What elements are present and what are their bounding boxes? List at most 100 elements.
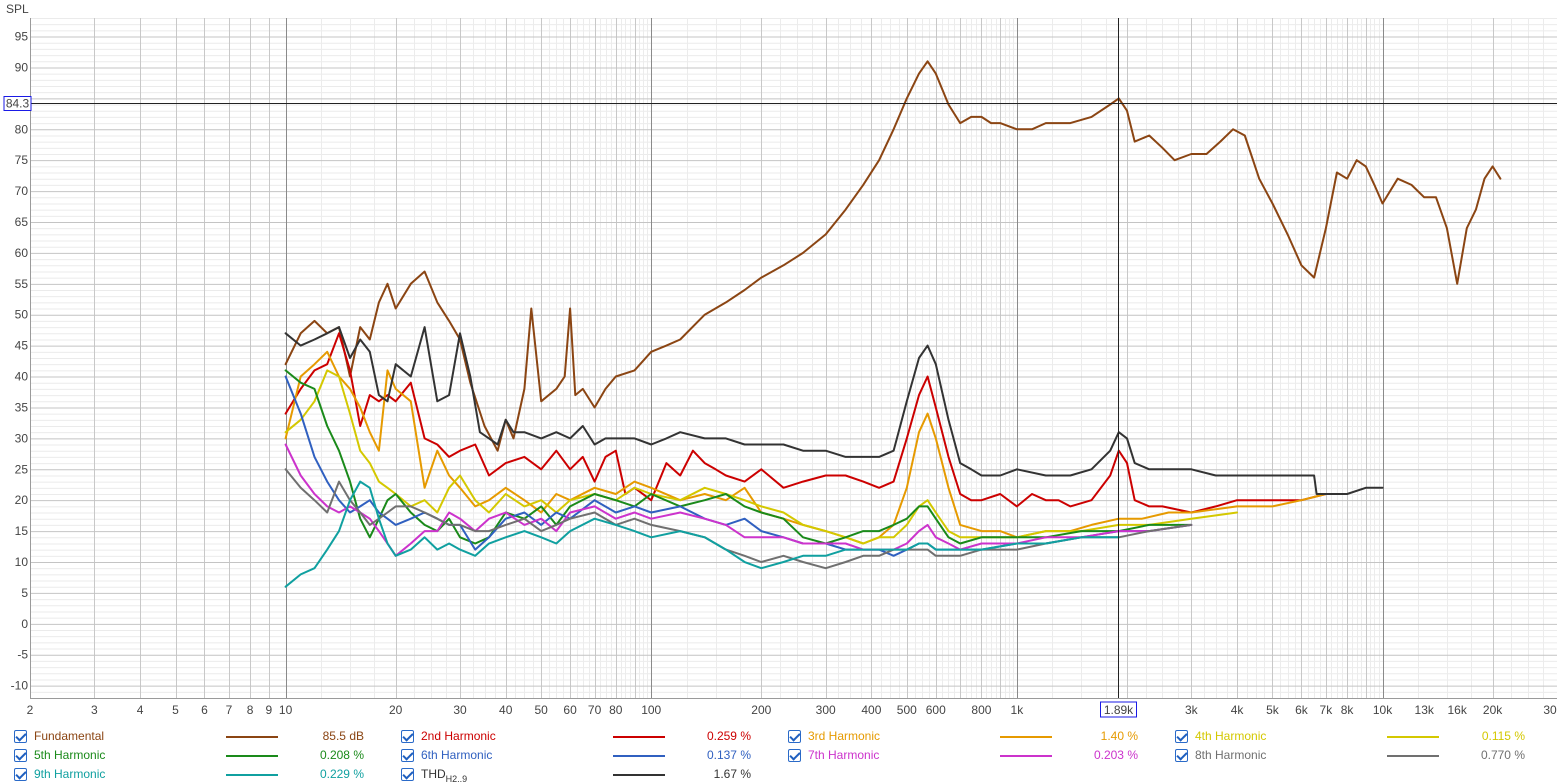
legend-item-3rd-harmonic[interactable]: 3rd Harmonic 1.40 % [774, 727, 1144, 745]
legend-item-9th-harmonic[interactable]: 9th Harmonic 0.229 % [0, 765, 370, 783]
legend-value: 0.203 % [1093, 748, 1138, 762]
x-tick-label: 7 [226, 703, 233, 717]
legend-swatch [1387, 755, 1439, 757]
y-tick-label: 55 [15, 277, 29, 291]
x-tick-label: 200 [751, 703, 771, 717]
x-tick-label: 4 [137, 703, 144, 717]
legend-label-subscript: H2..9 [445, 774, 468, 784]
x-tick-label: 3k [1185, 703, 1199, 717]
legend-item-2nd-harmonic[interactable]: 2nd Harmonic 0.259 % [387, 727, 757, 745]
y-tick-label: 65 [15, 215, 29, 229]
y-tick-label: 80 [15, 122, 29, 136]
legend-swatch [226, 755, 278, 757]
y-tick-label: 35 [15, 400, 29, 414]
legend-swatch [1387, 736, 1439, 738]
legend-item-5th-harmonic[interactable]: 5th Harmonic 0.208 % [0, 746, 370, 764]
legend-item-7th-harmonic[interactable]: 7th Harmonic 0.203 % [774, 746, 1144, 764]
x-tick-label: 60 [563, 703, 577, 717]
x-tick-label: 9 [266, 703, 273, 717]
x-tick-label: 70 [588, 703, 602, 717]
x-tick-label: 50 [534, 703, 548, 717]
y-tick-label: 60 [15, 246, 29, 260]
checkbox-thd[interactable] [401, 768, 414, 781]
x-tick-label: 3 [91, 703, 98, 717]
legend: Fundamental 85.5 dB 2nd Harmonic 0.259 %… [0, 726, 1557, 784]
y-tick-label: 45 [15, 339, 29, 353]
checkbox-6th-harmonic[interactable] [401, 749, 414, 762]
x-tick-label: 30 [453, 703, 467, 717]
legend-value: 1.67 % [713, 767, 751, 781]
y-tick-label: 5 [21, 586, 28, 600]
x-tick-label: 5 [172, 703, 179, 717]
checkbox-5th-harmonic[interactable] [14, 749, 27, 762]
checkbox-fundamental[interactable] [14, 730, 27, 743]
legend-swatch [226, 736, 278, 738]
x-tick-label: 20 [389, 703, 403, 717]
y-tick-label: -10 [11, 679, 29, 693]
x-tick-label: 600 [926, 703, 946, 717]
x-tick-label: 7k [1320, 703, 1334, 717]
legend-swatch [613, 774, 665, 776]
x-tick-label: 10 [279, 703, 293, 717]
legend-value: 0.137 % [706, 748, 751, 762]
legend-label: 2nd Harmonic [421, 729, 496, 743]
cursor-y-readout: 84.3 [6, 97, 30, 111]
x-tick-label: 400 [861, 703, 881, 717]
cursor-x-readout: 1.89k [1104, 703, 1134, 717]
x-tick-label: 6k [1295, 703, 1309, 717]
legend-value: 0.208 % [319, 748, 364, 762]
y-axis-label: SPL [6, 2, 29, 16]
x-tick-label: 1k [1011, 703, 1025, 717]
legend-label: 3rd Harmonic [808, 729, 881, 743]
legend-value: 0.115 % [1481, 729, 1525, 743]
legend-value: 0.259 % [706, 729, 751, 743]
y-tick-label: 40 [15, 370, 29, 384]
y-tick-labels: 959080757065605550454035302520151050-5-1… [11, 30, 29, 693]
legend-label: 7th Harmonic [808, 748, 880, 762]
legend-label: 5th Harmonic [34, 748, 106, 762]
y-tick-label: 0 [21, 617, 28, 631]
x-tick-labels: 2 3 4 5 6 7 8 9 10 20 30 40 50 60 70 80 100 200 300 400 500 6… [27, 703, 1557, 717]
y-tick-label: 95 [15, 30, 29, 44]
legend-item-6th-harmonic[interactable]: 6th Harmonic 0.137 % [387, 746, 757, 764]
legend-item-4th-harmonic[interactable]: 4th Harmonic 0.115 % [1161, 727, 1531, 745]
checkbox-7th-harmonic[interactable] [788, 749, 801, 762]
legend-value: 85.5 dB [322, 729, 364, 743]
y-tick-label: 70 [15, 184, 29, 198]
y-tick-label: -5 [17, 648, 28, 662]
x-tick-label: 5k [1266, 703, 1280, 717]
legend-swatch [613, 736, 665, 738]
spl-chart[interactable]: 84.31.89k 959080757065605550454035302520… [0, 0, 1557, 780]
x-tick-label: 80 [609, 703, 623, 717]
legend-label: 4th Harmonic [1195, 729, 1267, 743]
y-tick-label: 30 [15, 431, 29, 445]
x-tick-label: 2 [27, 703, 34, 717]
x-tick-label: 500 [897, 703, 917, 717]
y-tick-label: 50 [15, 308, 29, 322]
checkbox-9th-harmonic[interactable] [14, 768, 27, 781]
x-tick-label: 30 [1543, 703, 1557, 717]
legend-label: THDH2..9 [421, 767, 468, 784]
x-tick-label: 16k [1447, 703, 1467, 717]
y-tick-label: 25 [15, 462, 29, 476]
x-tick-label: 300 [816, 703, 836, 717]
legend-item-thd[interactable]: THDH2..9 1.67 % [387, 765, 757, 784]
x-tick-label: 40 [499, 703, 513, 717]
x-tick-label: 13k [1415, 703, 1435, 717]
legend-item-fundamental[interactable]: Fundamental 85.5 dB [0, 727, 370, 745]
legend-swatch [613, 755, 665, 757]
checkbox-8th-harmonic[interactable] [1175, 749, 1188, 762]
legend-value: 0.770 % [1480, 748, 1525, 762]
x-tick-label: 800 [971, 703, 991, 717]
x-tick-label: 10k [1373, 703, 1393, 717]
y-tick-label: 20 [15, 493, 29, 507]
y-tick-label: 10 [15, 555, 29, 569]
checkbox-4th-harmonic[interactable] [1175, 730, 1188, 743]
legend-value: 0.229 % [319, 767, 364, 781]
legend-label: Fundamental [34, 729, 105, 743]
x-tick-label: 8 [247, 703, 254, 717]
checkbox-2nd-harmonic[interactable] [401, 730, 414, 743]
legend-label-main: THD [421, 767, 446, 781]
legend-item-8th-harmonic[interactable]: 8th Harmonic 0.770 % [1161, 746, 1531, 764]
checkbox-3rd-harmonic[interactable] [788, 730, 801, 743]
